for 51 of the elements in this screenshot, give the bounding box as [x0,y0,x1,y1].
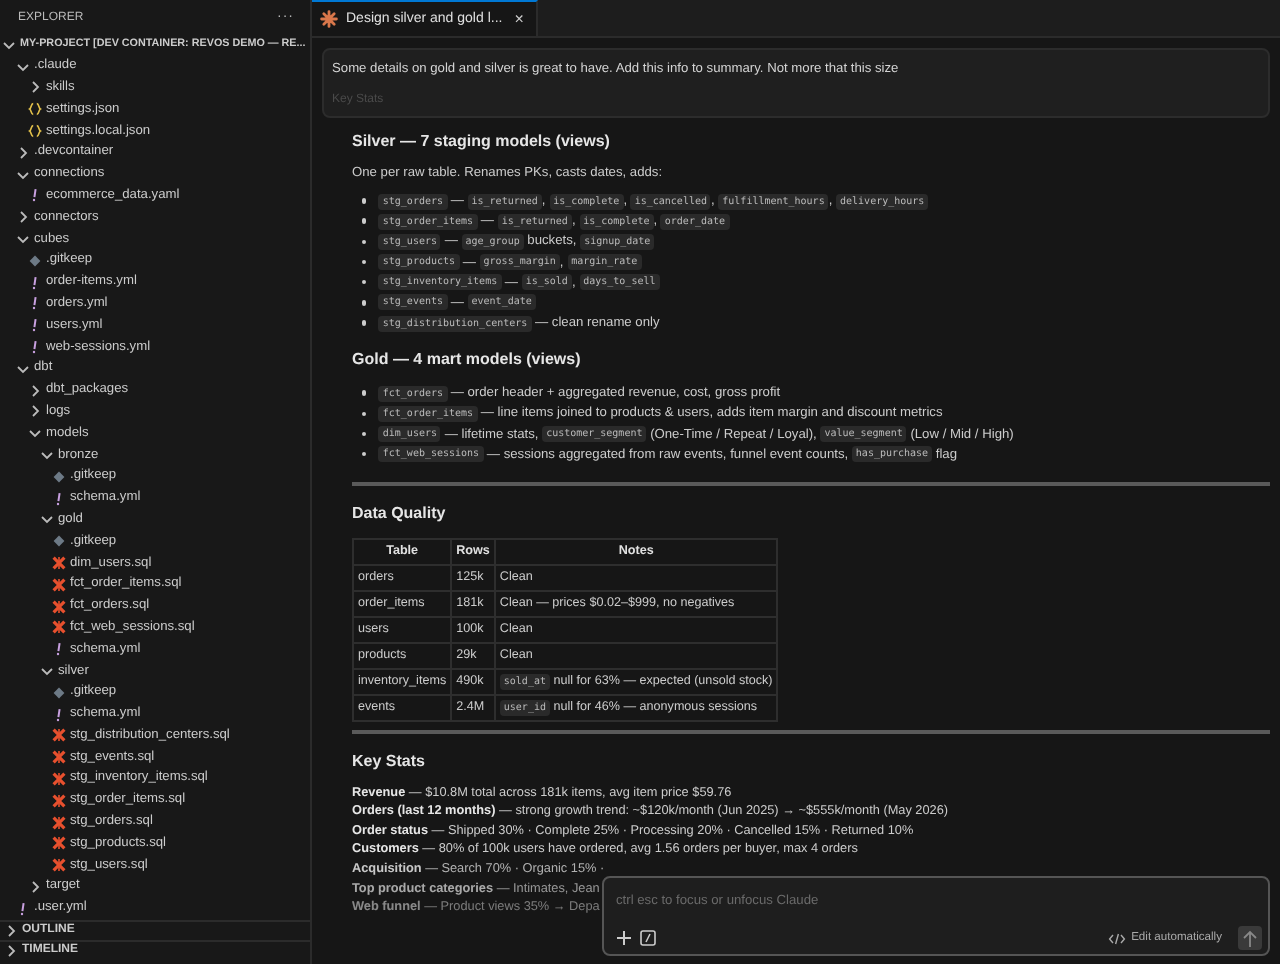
arrow-up-icon [1242,929,1258,947]
diamond-icon [52,534,66,549]
chevron-down-icon [2,37,16,52]
x-mark-icon [52,556,66,571]
slash-square-icon [640,930,656,946]
bullet-icon [362,320,367,326]
x-mark-icon [52,836,66,851]
x-mark-icon [52,599,66,614]
section-heading: Data Quality [352,503,448,522]
diamond-icon [52,685,66,700]
braces-icon [28,124,42,139]
starburst-icon [320,10,338,28]
diamond-icon [28,253,42,268]
send-button[interactable] [1238,926,1262,950]
command-button[interactable] [640,930,656,946]
bullet-icon [362,259,367,265]
exclamation-icon [52,642,66,657]
braces-icon [28,102,42,117]
x-mark-icon [52,620,66,635]
bullet-icon [362,218,367,224]
exclamation-icon [28,318,42,333]
section-heading: Silver — 7 staging models (views) [352,132,612,150]
exclamation-icon [52,707,66,722]
plus-icon [616,930,632,946]
bullet-icon [362,239,367,245]
exclamation-icon [52,491,66,506]
close-button[interactable]: × [514,10,524,28]
diamond-icon [52,469,66,484]
x-mark-icon [52,728,66,743]
bullet-icon [362,280,367,285]
section-heading: Gold — 4 mart models (views) [352,350,583,369]
exclamation-icon [28,296,42,311]
x-mark-icon [52,577,66,592]
exclamation-icon [28,275,42,290]
x-mark-icon [52,750,66,765]
bullet-icon [362,451,367,457]
x-mark-icon [52,771,66,786]
x-mark-icon [52,793,66,808]
exclamation-icon [16,901,30,916]
bullet-icon [362,198,367,204]
exclamation-icon [28,188,42,203]
x-mark-icon [52,858,66,873]
exclamation-icon [28,340,42,355]
x-mark-icon [52,815,66,830]
code-icon [1107,931,1126,945]
bullet-icon [362,390,367,396]
attach-button[interactable] [616,930,632,946]
section-heading: Key Stats [352,751,427,770]
bullet-icon [362,431,367,437]
bullet-icon [362,300,367,306]
bullet-icon [362,411,367,416]
